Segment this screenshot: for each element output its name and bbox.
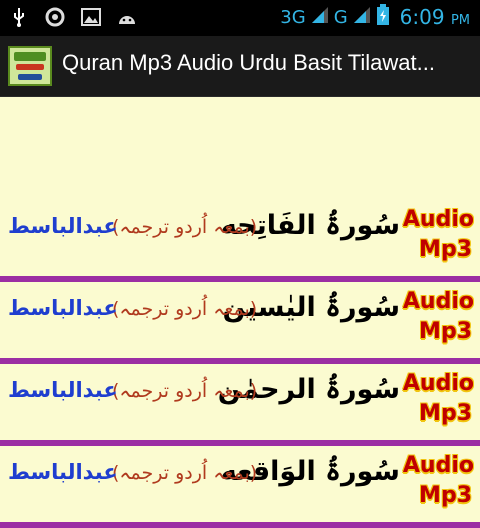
clock-time: 6:09	[399, 5, 445, 29]
status-bar: 3G G 6:09 PM	[0, 0, 480, 36]
translation-note: (بمعہ اُردو ترجمہ)	[112, 380, 258, 402]
app-logo-icon[interactable]	[8, 46, 52, 86]
reciter-name: عبدالباسط	[8, 214, 118, 238]
audio-mp3-badge: Audio Mp3	[402, 206, 476, 274]
camera-app-icon	[44, 6, 66, 28]
clock: 6:09 PM	[400, 5, 470, 29]
list-item[interactable]: Audio Mp3 سُورۃُ الوَاقعه (بمعہ اُردو ترجمہ…	[0, 446, 480, 528]
list-item[interactable]: Audio Mp3 سُورۃُ الیٰسین (بمعہ اُردو ترجمہ)…	[0, 282, 480, 364]
reciter-name: عبدالباسط	[8, 296, 118, 320]
badge-audio-label: Audio	[402, 289, 474, 314]
translation-note: (بمعہ اُردو ترجمہ)	[112, 298, 258, 320]
list-item[interactable]: Audio Mp3 سُورۃُ الفَاتِحه (بمعہ اُردو ترجم…	[0, 200, 480, 282]
reciter-name: عبدالباسط	[8, 378, 118, 402]
action-bar: Quran Mp3 Audio Urdu Basit Tilawat...	[0, 36, 480, 97]
audio-mp3-badge: Audio Mp3	[402, 288, 476, 356]
system-status: 3G G 6:09 PM	[280, 4, 470, 30]
android-icon	[116, 6, 138, 28]
badge-audio-label: Audio	[402, 371, 474, 396]
battery-icon	[376, 4, 390, 30]
badge-audio-label: Audio	[402, 453, 474, 478]
app-title: Quran Mp3 Audio Urdu Basit Tilawat...	[62, 50, 435, 75]
usb-icon	[8, 6, 30, 28]
badge-mp3-label: Mp3	[419, 401, 472, 426]
audio-mp3-badge: Audio Mp3	[402, 452, 476, 520]
badge-mp3-label: Mp3	[419, 319, 472, 344]
image-icon	[80, 6, 102, 28]
list-item[interactable]: Audio Mp3 سُورۃُ الرحمٰن (بمعہ اُردو ترجمہ)…	[0, 364, 480, 446]
notification-icons	[8, 6, 138, 28]
signal-icon	[352, 5, 372, 29]
clock-ampm: PM	[450, 13, 470, 28]
reciter-name: عبدالباسط	[8, 460, 118, 484]
badge-mp3-label: Mp3	[419, 237, 472, 262]
audio-mp3-badge: Audio Mp3	[402, 370, 476, 438]
signal-icon	[310, 5, 330, 29]
network-3g-label: 3G	[280, 6, 306, 28]
badge-audio-label: Audio	[402, 207, 474, 232]
badge-mp3-label: Mp3	[419, 483, 472, 508]
network-g-label: G	[333, 6, 348, 28]
row-divider	[0, 522, 480, 528]
translation-note: (بمعہ اُردو ترجمہ)	[112, 216, 258, 238]
translation-note: (بمعہ اُردو ترجمہ)	[112, 462, 258, 484]
